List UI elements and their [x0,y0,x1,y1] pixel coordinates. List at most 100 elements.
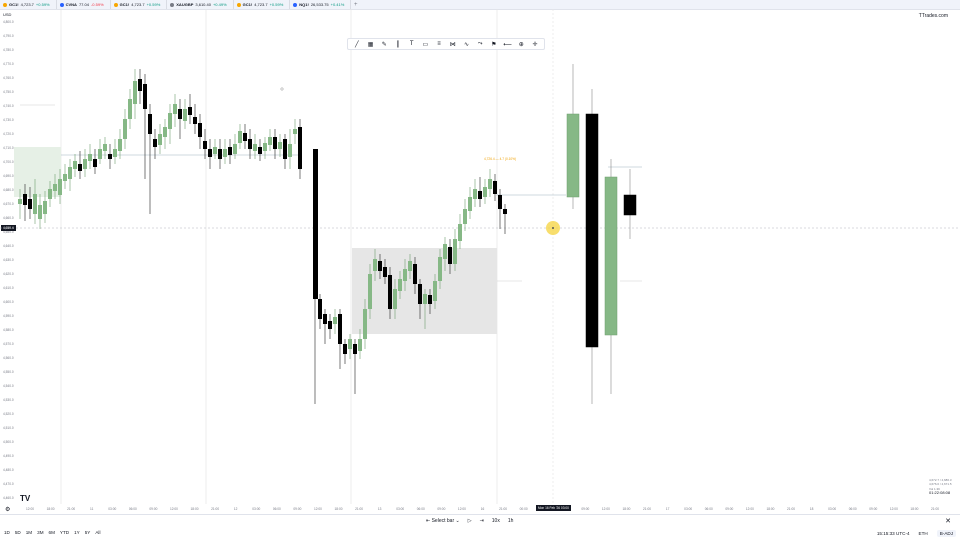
candle-body [263,143,267,151]
tab-change: +0.59% [35,2,50,7]
tradingview-logo-icon[interactable]: TV [20,494,30,503]
tab-change: +0.41% [330,2,345,7]
time-tick: 03:00 [684,507,693,511]
path-icon[interactable]: ∿ [462,40,470,48]
symbol-tab[interactable]: GC1! 4,723.7 +0.59% [111,0,168,9]
symbol-tab[interactable]: CVNA 77.04 -0.59% [57,0,111,9]
clock[interactable]: 15:15:33 UTC-4 [877,531,910,536]
drawing-toolbar: ╱ ▦ ✎ ┃ T ▭ ≡ ⋈ ∿ ⤳ ⚑ ⟵ ⊕ ✛ [347,38,545,50]
crosshair-icon[interactable]: ✛ [531,40,539,48]
rectangle-icon[interactable]: ▭ [421,40,429,48]
select-bar-button[interactable]: ⇤ Select bar ⌄ [426,518,460,524]
trend-line-icon[interactable]: ╱ [353,40,361,48]
range-ytd-button[interactable]: YTD [60,530,69,535]
pattern-icon[interactable]: ⋈ [449,40,457,48]
add-tab-button[interactable]: + [351,2,360,8]
candle-body [318,299,322,319]
symbol-logo-icon [293,2,298,7]
candle-body [243,133,247,141]
range-5d-button[interactable]: 5D [15,530,21,535]
candle-body [488,179,492,189]
time-tick: 21:00 [499,507,508,511]
time-tick: 17 [665,507,670,511]
time-tick: 09:00 [149,507,158,511]
replay-controls: ⇤ Select bar ⌄ ▷ ⇥ 10x 1h [426,518,513,524]
candle-body [138,79,142,91]
gear-icon[interactable]: ⚙ [5,506,10,513]
candlestick-chart[interactable] [0,9,960,504]
bottom-toolbar: ⇤ Select bar ⌄ ▷ ⇥ 10x 1h ✕ 1D 5D 1M 3M 6M YT… [0,514,960,541]
symbol-tab[interactable]: NQ1! 26,533.75 +0.41% [290,0,352,9]
arrow-icon[interactable]: ⟵ [503,40,512,48]
candle-body [48,189,52,199]
time-tick: 09:00 [725,507,734,511]
step-forward-icon[interactable]: ⇥ [480,518,484,524]
candle-body [363,309,367,339]
session-toggle[interactable]: ETH [919,531,928,536]
candle-body [463,209,467,224]
measure-icon[interactable]: ⤳ [476,40,484,48]
candle-body [53,184,57,191]
candle-body [228,147,232,155]
range-1d-button[interactable]: 1D [4,530,10,535]
candle-body [78,164,82,171]
candle-body [393,289,397,309]
vertical-line-icon[interactable]: ┃ [394,40,402,48]
candle-body [28,199,32,209]
time-tick: 09:00 [293,507,302,511]
range-1m-button[interactable]: 1M [26,530,32,535]
time-axis[interactable]: 12:00 18:00 21:00 11 03:00 06:00 09:00 12:00 18:… [0,504,960,514]
range-all-button[interactable]: All [95,530,100,535]
candle-body [193,117,197,124]
time-tick: 18:00 [910,507,919,511]
brush-icon[interactable]: ✎ [380,40,388,48]
candle-body [43,201,47,214]
play-icon[interactable]: ▷ [468,518,472,524]
symbol-tab[interactable]: GC1! 4,723.7 +0.59% [0,0,57,9]
candle-body [38,205,42,219]
candle-body [168,113,172,129]
candle-body [493,181,497,194]
symbol-tab[interactable]: XAUGBP 3,610.40 +0.49% [167,0,234,9]
range-1y-button[interactable]: 1Y [74,530,80,535]
time-tick: 12 [233,507,238,511]
crosshair-time-label: Mon 16 Feb '26 03:00 [536,505,571,511]
speed-button[interactable]: 10x [492,518,500,524]
interval-button[interactable]: 1h [508,518,514,524]
time-tick: 18:00 [622,507,631,511]
range-6m-button[interactable]: 6M [49,530,55,535]
status-bar: 15:15:33 UTC-4 ETH B-ADJ [877,530,956,537]
candle-body [63,174,67,181]
candle-body [188,107,192,115]
text-icon[interactable]: T [408,40,416,48]
candle-body [73,161,77,169]
time-tick: 12:00 [26,507,34,511]
candle-body [128,99,132,119]
flag-icon[interactable]: ⚑ [490,40,498,48]
range-3m-button[interactable]: 3M [37,530,43,535]
tab-price: 77.04 [78,2,89,7]
candle-body [238,131,242,143]
time-tick: 13 [377,507,382,511]
pitchfork-icon[interactable]: ▦ [367,40,375,48]
tab-price: 26,533.75 [310,2,329,7]
time-tick: 11 [90,507,94,511]
symbol-logo-icon [236,2,241,7]
fib-icon[interactable]: ≡ [435,40,443,48]
info-panel: 4,672.7 / 4,686.3 4,676.0 / 4,671.5 Vol … [929,478,957,496]
close-icon[interactable]: ✕ [945,517,951,525]
adjustment-toggle[interactable]: B-ADJ [936,530,956,537]
tab-symbol: XAUGBP [176,2,194,7]
time-tick: 12:00 [745,507,754,511]
symbol-tab[interactable]: GC1! 4,723.7 +0.59% [234,0,291,9]
cursor-dot-icon [552,227,554,229]
symbol-logo-icon [3,2,7,7]
candle-body [148,114,152,134]
tab-symbol: GC1! [9,2,19,7]
time-tick: 18:00 [46,507,55,511]
candle-body [408,261,412,271]
candle-body [453,239,457,264]
candle-body [278,142,282,149]
plus-circle-icon[interactable]: ⊕ [517,40,525,48]
range-5y-button[interactable]: 5Y [85,530,91,535]
